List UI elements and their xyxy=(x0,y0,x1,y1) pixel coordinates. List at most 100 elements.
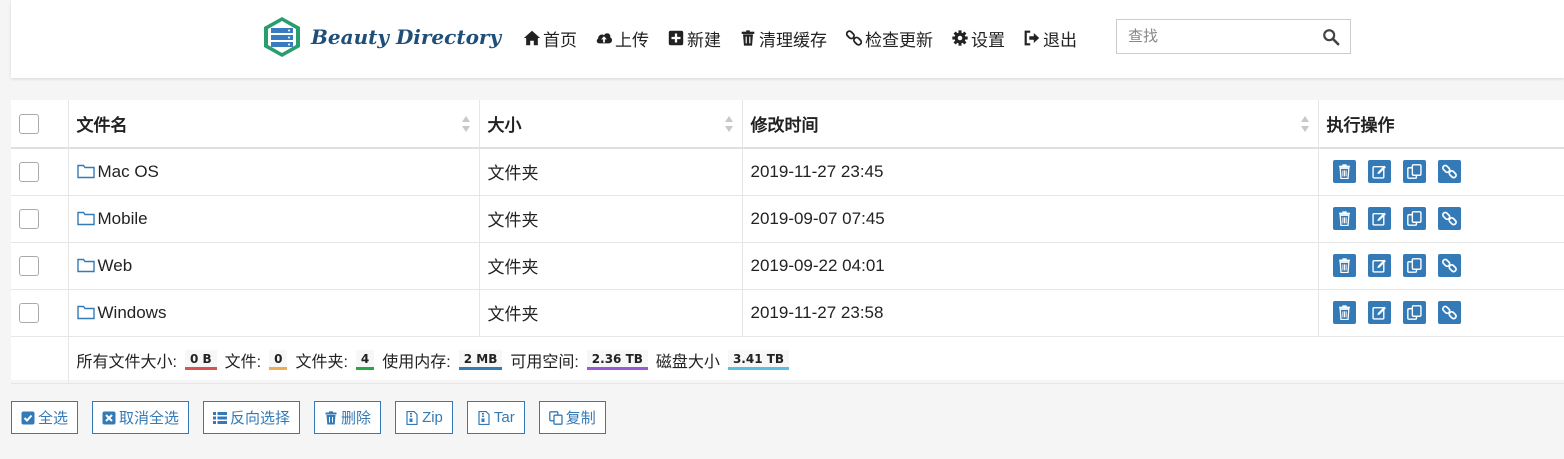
file-size: 文件夹 xyxy=(487,211,539,230)
select-all-checkbox[interactable] xyxy=(19,113,39,134)
row-checkbox[interactable] xyxy=(19,162,39,182)
deselect-all-label: 取消全选 xyxy=(119,410,180,427)
header-modified[interactable]: 修改时间 xyxy=(742,100,1319,149)
trash-icon xyxy=(741,30,755,46)
sign-out-icon xyxy=(1024,30,1040,46)
folders-label: 文件夹: xyxy=(295,353,348,371)
deselect-all-button[interactable]: 取消全选 xyxy=(92,401,190,434)
delete-action-button[interactable] xyxy=(1332,301,1356,324)
table-row[interactable]: Mobile 文件夹 2019-09-07 07:45 xyxy=(11,195,1564,243)
nav-item-new[interactable]: 新建 xyxy=(667,26,721,50)
header-select-cell xyxy=(11,100,69,149)
file-name[interactable]: Mobile xyxy=(98,209,148,228)
select-all-button[interactable]: 全选 xyxy=(11,401,79,434)
table-row[interactable]: Windows 文件夹 2019-11-27 23:58 xyxy=(11,289,1564,337)
delete-action-button[interactable] xyxy=(1332,160,1356,184)
brand-name: Beauty Directory xyxy=(311,25,502,49)
delete-button[interactable]: 删除 xyxy=(314,401,382,434)
summary-row: 所有文件大小: 0 B 文件: 0 文件夹: 4 使用内存: 2 MB 可用空间… xyxy=(11,336,1564,384)
nav-item-clear-cache[interactable]: 清理缓存 xyxy=(739,26,827,50)
plus-square-icon xyxy=(668,30,684,46)
x-square-icon xyxy=(102,411,116,424)
row-checkbox[interactable] xyxy=(19,255,39,276)
header-modified-label: 修改时间 xyxy=(750,116,819,135)
copy-icon xyxy=(1406,305,1422,320)
nav-item-home[interactable]: 首页 xyxy=(523,26,577,50)
header-actions: 执行操作 xyxy=(1318,100,1564,149)
copy-action-button[interactable] xyxy=(1402,254,1426,277)
delete-icon xyxy=(1337,164,1352,180)
nav-item-label: 设置 xyxy=(971,30,1005,50)
total-size-label: 所有文件大小: xyxy=(76,353,177,371)
table-row[interactable]: Web 文件夹 2019-09-22 04:01 xyxy=(11,242,1564,290)
copy-action-button[interactable] xyxy=(1402,207,1426,230)
edit-action-button[interactable] xyxy=(1367,301,1391,324)
edit-icon xyxy=(1371,258,1387,273)
copy-label: 复制 xyxy=(565,410,596,427)
delete-icon xyxy=(1337,305,1352,320)
file-size-cell: 文件夹 xyxy=(479,242,743,290)
link-icon xyxy=(845,30,863,46)
link-action-button[interactable] xyxy=(1437,301,1461,324)
folders-badge: 4 xyxy=(355,349,375,370)
file-name-cell[interactable]: Web xyxy=(68,242,480,290)
file-table: 文件名 大小 修改时间 执行操作 Mac OS 文件夹 2019-11-27 23:… xyxy=(11,100,1564,384)
summary: 所有文件大小: 0 B 文件: 0 文件夹: 4 使用内存: 2 MB 可用空间… xyxy=(77,348,1564,372)
search-icon[interactable] xyxy=(1322,28,1340,46)
modified-cell: 2019-11-27 23:45 xyxy=(742,148,1319,196)
file-name[interactable]: Mac OS xyxy=(98,162,159,181)
file-name[interactable]: Web xyxy=(98,256,133,275)
delete-action-button[interactable] xyxy=(1332,254,1356,277)
invert-selection-button[interactable]: 反向选择 xyxy=(203,401,301,434)
file-name-cell[interactable]: Mac OS xyxy=(68,148,480,196)
delete-action-button[interactable] xyxy=(1332,207,1356,230)
memory-badge: 2 MB xyxy=(458,349,503,370)
link-action-button[interactable] xyxy=(1437,207,1461,230)
modified-cell: 2019-09-22 04:01 xyxy=(742,242,1319,290)
modified-time: 2019-09-07 07:45 xyxy=(750,208,885,228)
tar-button[interactable]: Tar xyxy=(466,401,525,434)
link-icon xyxy=(1441,211,1457,226)
modified-cell: 2019-09-07 07:45 xyxy=(742,195,1319,243)
row-checkbox[interactable] xyxy=(19,208,39,229)
copy-button[interactable]: 复制 xyxy=(538,401,606,434)
file-name-cell[interactable]: Mobile xyxy=(68,195,480,243)
folder-icon xyxy=(76,258,95,272)
header-name-label: 文件名 xyxy=(76,116,128,135)
nav-item-upload[interactable]: 上传 xyxy=(595,26,649,50)
file-size: 文件夹 xyxy=(487,258,539,277)
header-size[interactable]: 大小 xyxy=(479,100,743,149)
table-row[interactable]: Mac OS 文件夹 2019-11-27 23:45 xyxy=(11,148,1564,196)
link-action-button[interactable] xyxy=(1437,254,1461,277)
nav-item-label: 新建 xyxy=(687,30,721,50)
edit-action-button[interactable] xyxy=(1367,207,1391,230)
file-name-cell[interactable]: Windows xyxy=(68,289,480,337)
memory-label: 使用内存: xyxy=(382,353,451,371)
edit-action-button[interactable] xyxy=(1367,160,1391,184)
header-name[interactable]: 文件名 xyxy=(68,100,480,149)
nav-item-label: 上传 xyxy=(615,30,649,50)
file-size: 文件夹 xyxy=(487,164,539,184)
copy-icon xyxy=(1406,258,1422,273)
file-archive-icon xyxy=(478,410,490,425)
row-select-cell xyxy=(11,289,69,337)
zip-button[interactable]: Zip xyxy=(395,401,453,434)
bulk-action-bar: 全选 取消全选 反向选择 删除 Zip Tar 复制 xyxy=(11,401,606,434)
copy-action-button[interactable] xyxy=(1402,160,1426,184)
file-name[interactable]: Windows xyxy=(98,303,167,322)
copy-icon xyxy=(1406,211,1422,226)
row-checkbox[interactable] xyxy=(19,302,39,323)
edit-action-button[interactable] xyxy=(1367,254,1391,277)
file-size-cell: 文件夹 xyxy=(479,148,743,196)
search-input[interactable] xyxy=(1117,21,1313,52)
nav-item-check-update[interactable]: 检查更新 xyxy=(845,26,933,50)
file-size-cell: 文件夹 xyxy=(479,195,743,243)
copy-action-button[interactable] xyxy=(1402,301,1426,324)
actions-cell xyxy=(1318,242,1564,290)
free-space-badge: 2.36 TB xyxy=(586,349,648,370)
nav-item-logout[interactable]: 退出 xyxy=(1023,26,1077,50)
invert-selection-label: 反向选择 xyxy=(230,410,291,427)
nav-item-settings[interactable]: 设置 xyxy=(951,26,1005,50)
link-action-button[interactable] xyxy=(1437,160,1461,184)
brand[interactable]: Beauty Directory xyxy=(261,15,501,59)
